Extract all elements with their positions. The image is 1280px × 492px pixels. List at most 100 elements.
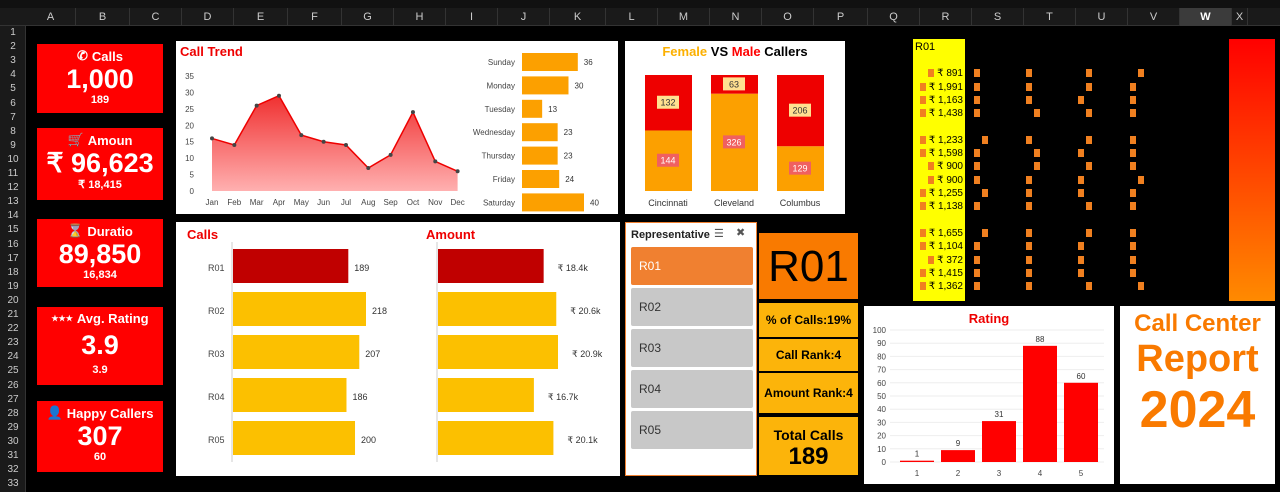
table-cell[interactable]: ₹ 900 (913, 175, 963, 186)
table-cell[interactable]: ₹ 1,722 (1071, 241, 1121, 252)
column-header-u[interactable]: U (1076, 8, 1128, 26)
customer-id[interactable]: C0014 (871, 281, 900, 292)
row-header-7[interactable]: 7 (0, 111, 26, 125)
row-header-33[interactable]: 33 (0, 477, 26, 491)
table-cell[interactable]: ₹ 7,216 (1175, 148, 1225, 159)
table-cell[interactable]: ₹ 1,255 (913, 188, 963, 199)
table-cell[interactable]: ₹ 1,346 (1019, 255, 1069, 266)
table-cell[interactable]: ₹ 750 (1123, 281, 1173, 292)
table-cell[interactable]: ₹ 2,070 (1123, 108, 1173, 119)
table-cell[interactable]: ₹ 516 (967, 188, 1017, 199)
row-header-10[interactable]: 10 (0, 153, 26, 167)
slicer-item-r03[interactable]: R03 (631, 329, 753, 367)
customer-id[interactable]: C0007 (871, 148, 900, 159)
column-header-f[interactable]: F (288, 8, 342, 26)
customer-id[interactable]: C0005 (871, 241, 900, 252)
row-header-31[interactable]: 31 (0, 449, 26, 463)
row-header-19[interactable]: 19 (0, 280, 26, 294)
table-cell[interactable]: ₹ 1,617 (1019, 175, 1069, 186)
row-header-13[interactable]: 13 (0, 195, 26, 209)
row-header-18[interactable]: 18 (0, 266, 26, 280)
customer-id[interactable]: C0015 (871, 201, 900, 212)
table-cell[interactable]: ₹ 1,138 (913, 201, 963, 212)
table-cell[interactable]: ₹ 4,804 (1175, 68, 1225, 79)
customer-id[interactable]: C0011 (871, 95, 900, 106)
customer-id[interactable]: C0004 (871, 82, 900, 93)
table-cell[interactable]: ₹ 6,749 (1175, 95, 1225, 106)
table-cell[interactable]: ₹ 2,280 (967, 241, 1017, 252)
row-header-4[interactable]: 4 (0, 68, 26, 82)
row-header-25[interactable]: 25 (0, 364, 26, 378)
customer-id[interactable]: C0006 (871, 255, 900, 266)
column-header-l[interactable]: L (606, 8, 658, 26)
table-cell[interactable]: ₹ 1,163 (913, 95, 963, 106)
row-header-15[interactable]: 15 (0, 223, 26, 237)
table-cell[interactable]: ₹ 1,332 (967, 68, 1017, 79)
column-header-t[interactable]: T (1024, 8, 1076, 26)
table-cell[interactable]: ₹ 1,415 (913, 268, 963, 279)
table-cell[interactable]: ₹ 1,886 (967, 82, 1017, 93)
table-cell[interactable]: ₹ 1,426 (1071, 148, 1121, 159)
table-cell[interactable]: ₹ 5,634 (1175, 135, 1225, 146)
row-header-28[interactable]: 28 (0, 407, 26, 421)
table-cell[interactable]: ₹ 1,907 (967, 148, 1017, 159)
table-cell[interactable]: ₹ 1,193 (1123, 161, 1173, 172)
column-header-b[interactable]: B (76, 8, 130, 26)
column-header-a[interactable]: A (26, 8, 76, 26)
column-header-g[interactable]: G (342, 8, 394, 26)
table-cell[interactable]: ₹ 1,196 (1123, 241, 1173, 252)
table-cell[interactable]: ₹ 869 (1019, 148, 1069, 159)
row-header-12[interactable]: 12 (0, 181, 26, 195)
row-header-17[interactable]: 17 (0, 252, 26, 266)
table-cell[interactable]: ₹ 1,314 (1071, 175, 1121, 186)
table-cell[interactable]: ₹ 1,722 (1123, 188, 1173, 199)
row-header-29[interactable]: 29 (0, 421, 26, 435)
slicer-item-r04[interactable]: R04 (631, 370, 753, 408)
table-cell[interactable]: ₹ 1,508 (1123, 135, 1173, 146)
column-header-j[interactable]: J (498, 8, 550, 26)
column-header-p[interactable]: P (814, 8, 868, 26)
row-header-30[interactable]: 30 (0, 435, 26, 449)
row-header-20[interactable]: 20 (0, 294, 26, 308)
row-header-24[interactable]: 24 (0, 350, 26, 364)
table-cell[interactable]: ₹ 1,152 (1019, 281, 1069, 292)
column-header-c[interactable]: C (130, 8, 182, 26)
table-cell[interactable]: ₹ 1,616 (1019, 95, 1069, 106)
customer-id[interactable]: C0003 (871, 68, 900, 79)
customer-id[interactable]: C0009 (871, 268, 900, 279)
row-header-1[interactable]: 1 (0, 26, 26, 40)
table-cell[interactable]: ₹ 6,242 (1175, 175, 1225, 186)
table-cell[interactable]: ₹ 805 (967, 228, 1017, 239)
table-cell[interactable]: ₹ 2,263 (1019, 228, 1069, 239)
table-cell[interactable]: ₹ 1,818 (967, 255, 1017, 266)
row-header-9[interactable]: 9 (0, 139, 26, 153)
column-header-d[interactable]: D (182, 8, 234, 26)
table-cell[interactable]: ₹ 1,863 (1071, 188, 1121, 199)
table-cell[interactable]: ₹ 1,991 (913, 82, 963, 93)
customer-id[interactable]: C0013 (871, 188, 900, 199)
table-cell[interactable]: ₹ 777 (1071, 281, 1121, 292)
slicer-item-r02[interactable]: R02 (631, 288, 753, 326)
customer-id[interactable]: C0002 (871, 135, 900, 146)
customer-id[interactable]: C0012 (871, 108, 900, 119)
table-cell[interactable]: ₹ 1,156 (1071, 255, 1121, 266)
table-cell[interactable]: ₹ 1,898 (967, 201, 1017, 212)
table-cell[interactable]: ₹ 223 (967, 135, 1017, 146)
table-cell[interactable]: ₹ 987 (1071, 228, 1121, 239)
table-cell[interactable]: ₹ 1,154 (1123, 201, 1173, 212)
row-header-26[interactable]: 26 (0, 379, 26, 393)
table-cell[interactable]: ₹ 7,689 (1175, 82, 1225, 93)
column-header-w[interactable]: W (1180, 8, 1232, 26)
column-header-h[interactable]: H (394, 8, 446, 26)
table-cell[interactable]: ₹ 1,598 (913, 148, 963, 159)
column-header-x[interactable]: X (1232, 8, 1248, 26)
table-cell[interactable]: ₹ 6,518 (1175, 201, 1225, 212)
table-cell[interactable]: ₹ 1,874 (1019, 188, 1069, 199)
table-cell[interactable]: ₹ 891 (913, 68, 963, 79)
table-cell[interactable]: ₹ 1,416 (1123, 148, 1173, 159)
table-cell[interactable]: ₹ 1,566 (1123, 268, 1173, 279)
slicer-item-r01[interactable]: R01 (631, 247, 753, 285)
table-cell[interactable]: ₹ 6,601 (1175, 268, 1225, 279)
row-header-5[interactable]: 5 (0, 82, 26, 96)
table-cell[interactable]: ₹ 1,722 (1123, 82, 1173, 93)
